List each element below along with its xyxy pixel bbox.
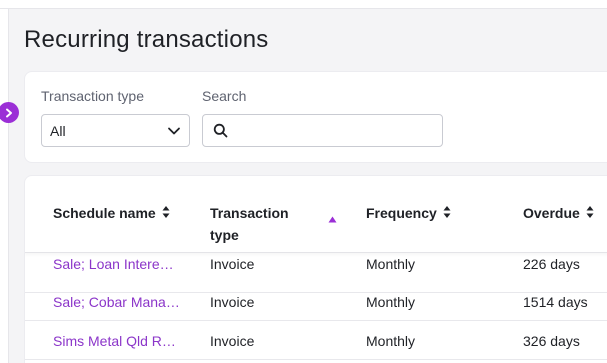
search-input[interactable] <box>236 122 436 139</box>
overdue-cell: 326 days <box>523 333 580 349</box>
sort-ascending-icon <box>328 216 337 223</box>
sort-icon <box>443 206 451 218</box>
expand-sidebar-button[interactable] <box>0 102 19 123</box>
sidebar-rail <box>0 9 9 363</box>
column-header-overdue[interactable]: Overdue <box>523 202 594 224</box>
column-header-schedule-name[interactable]: Schedule name <box>53 202 170 224</box>
search-icon <box>213 123 228 138</box>
filter-panel: Transaction type All Search <box>24 71 607 163</box>
column-header-transaction-type[interactable]: Transaction type <box>210 202 320 246</box>
sort-icon <box>162 206 170 218</box>
transaction-type-select[interactable]: All <box>41 114 190 147</box>
schedule-name-link[interactable]: Sims Metal Qld R… <box>53 331 193 363</box>
transaction-type-value: All <box>50 122 66 139</box>
transaction-type-label: Transaction type <box>41 88 144 104</box>
search-field[interactable] <box>202 114 443 147</box>
sort-icon <box>586 206 594 218</box>
frequency-cell: Monthly <box>366 333 416 349</box>
page-title: Recurring transactions <box>24 26 269 53</box>
search-label: Search <box>202 88 247 104</box>
table-header: Schedule name Transaction type Frequency… <box>25 176 607 253</box>
top-bar <box>0 0 607 9</box>
table-row: Sale; Cobar Mana… Invoice Monthly 1514 d… <box>25 282 607 321</box>
chevron-down-icon <box>168 127 180 135</box>
chevron-right-icon <box>5 108 12 117</box>
transactions-table: Schedule name Transaction type Frequency… <box>24 175 607 363</box>
transaction-type-cell: Invoice <box>210 333 255 349</box>
table-row: Sims Metal Qld R… Invoice Monthly 326 da… <box>25 321 607 360</box>
column-header-frequency[interactable]: Frequency <box>366 202 451 224</box>
